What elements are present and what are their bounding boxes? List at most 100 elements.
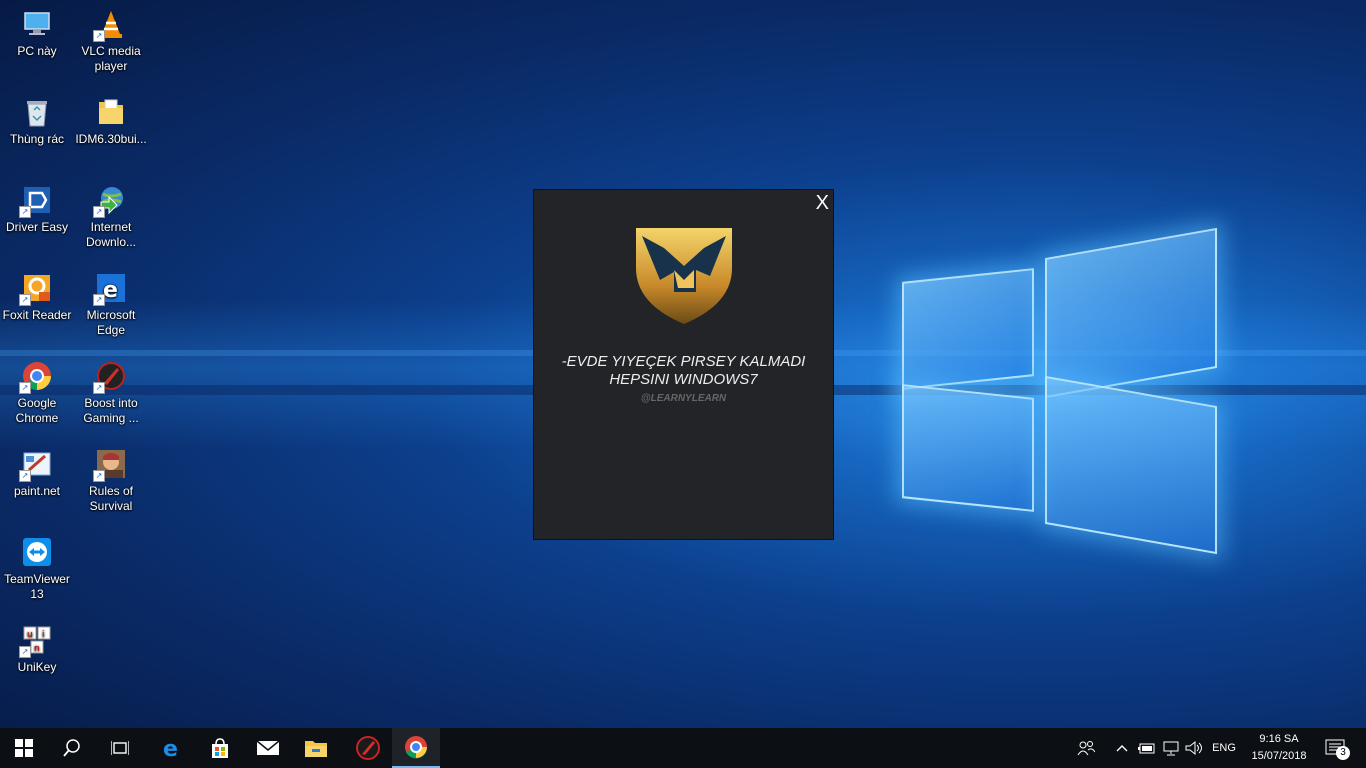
teamviewer-icon — [21, 536, 53, 568]
logo-pane — [902, 268, 1034, 390]
clock-date: 15/07/2018 — [1251, 750, 1307, 762]
svg-text:e: e — [163, 737, 178, 759]
shield-logo-icon — [636, 228, 732, 324]
speaker-icon — [1185, 740, 1202, 756]
icon-label: Foxit Reader — [2, 308, 72, 322]
taskbar-edge[interactable]: e — [148, 728, 196, 768]
boost-rocket-icon — [356, 736, 380, 760]
taskbar-mail[interactable] — [244, 728, 292, 768]
chrome-icon — [405, 736, 427, 759]
icon-label: Google Chrome — [15, 396, 59, 425]
search-button[interactable] — [48, 728, 96, 768]
language-indicator[interactable]: ENG — [1206, 728, 1242, 768]
taskbar: e ENG 9:16 SA 15/07/2018 3 — [0, 728, 1366, 768]
message-line: HEPSINI WINDOWS7 — [609, 371, 758, 388]
desktop-icon-driver-easy[interactable]: ↗ Driver Easy — [0, 180, 74, 235]
edge-icon: e ↗ — [93, 272, 127, 306]
start-button[interactable] — [0, 728, 48, 768]
icon-label: PC này — [17, 44, 57, 58]
battery-button[interactable] — [1136, 728, 1158, 768]
recycle-bin-icon — [21, 96, 53, 128]
store-icon — [212, 738, 228, 758]
desktop-icon-idm-folder[interactable]: IDM6.30bui... — [74, 92, 148, 147]
popup-dialog: X -EVDE YIYEÇEK PIRSEY KALMADI HEPSINI W… — [533, 189, 834, 540]
taskbar-boost-gaming[interactable] — [344, 728, 392, 768]
windows-logo — [900, 227, 1220, 555]
unikey-icon: uin ↗ — [19, 624, 53, 658]
logo-pane — [902, 384, 1034, 512]
desktop-icon-internet-download-manager[interactable]: ↗ Internet Downlo... — [74, 180, 148, 250]
icon-label: VLC media player — [81, 44, 141, 73]
network-icon — [1163, 741, 1179, 756]
shortcut-arrow-icon: ↗ — [93, 206, 105, 218]
message-line: -EVDE YIYEÇEK PIRSEY KALMADI — [561, 353, 806, 370]
shortcut-arrow-icon: ↗ — [19, 382, 31, 394]
desktop-icon-rules-of-survival[interactable]: ↗ Rules of Survival — [74, 444, 148, 514]
shortcut-arrow-icon: ↗ — [19, 294, 31, 306]
people-icon — [1077, 741, 1095, 756]
logo-pane — [1045, 375, 1217, 555]
icon-label: TeamViewer 13 — [4, 572, 70, 601]
shortcut-arrow-icon: ↗ — [93, 382, 105, 394]
clock-time: 9:16 SA — [1259, 733, 1299, 745]
shortcut-arrow-icon: ↗ — [19, 470, 31, 482]
network-button[interactable] — [1160, 728, 1182, 768]
icon-label: Microsoft Edge — [86, 308, 136, 337]
dialog-message: -EVDE YIYEÇEK PIRSEY KALMADI HEPSINI WIN… — [534, 353, 833, 389]
mail-icon — [256, 740, 280, 755]
desktop-icon-google-chrome[interactable]: ↗ Google Chrome — [0, 356, 74, 426]
taskbar-file-explorer[interactable] — [292, 728, 340, 768]
boost-rocket-icon: ↗ — [93, 360, 127, 394]
paint-net-icon: ↗ — [19, 448, 53, 482]
show-hidden-icons-button[interactable] — [1112, 728, 1132, 768]
close-button[interactable]: X — [816, 192, 829, 215]
desktop-icon-teamviewer[interactable]: TeamViewer 13 — [0, 532, 74, 602]
icon-label: IDM6.30bui... — [75, 132, 147, 146]
battery-icon — [1138, 743, 1155, 754]
folder-icon — [305, 741, 327, 757]
notification-count-badge: 3 — [1336, 746, 1350, 760]
desktop-icon-boost-gaming[interactable]: ↗ Boost into Gaming ... — [74, 356, 148, 426]
search-icon — [63, 739, 80, 757]
clock[interactable]: 9:16 SA 15/07/2018 — [1244, 731, 1314, 765]
desktop-icon-paint-net[interactable]: ↗ paint.net — [0, 444, 74, 499]
shortcut-arrow-icon: ↗ — [19, 646, 31, 658]
desktop-icon-foxit-reader[interactable]: ↗ Foxit Reader — [0, 268, 74, 323]
windows-start-icon — [15, 739, 33, 757]
edge-icon: e — [163, 737, 178, 759]
icon-label: Rules of Survival — [88, 484, 134, 513]
shortcut-arrow-icon: ↗ — [93, 470, 105, 482]
desktop-icon-vlc[interactable]: ↗ VLC media player — [74, 4, 148, 74]
people-button[interactable] — [1074, 728, 1098, 768]
svg-text:i: i — [42, 630, 45, 640]
icon-label: Internet Downlo... — [85, 220, 137, 249]
driver-easy-icon: ↗ — [19, 184, 53, 218]
author-handle: @LEARNYLEARN — [640, 393, 727, 404]
icon-label: Thùng rác — [9, 132, 65, 146]
action-center-button[interactable]: 3 — [1316, 728, 1356, 768]
taskbar-store[interactable] — [196, 728, 244, 768]
desktop-icon-microsoft-edge[interactable]: e ↗ Microsoft Edge — [74, 268, 148, 338]
desktop-icon-recycle-bin[interactable]: Thùng rác — [0, 92, 74, 147]
rules-of-survival-icon: ↗ — [93, 448, 127, 482]
icon-label: Boost into Gaming ... — [83, 396, 139, 425]
desktop-icon-this-pc[interactable]: PC này — [0, 4, 74, 59]
volume-button[interactable] — [1183, 728, 1205, 768]
shortcut-arrow-icon: ↗ — [93, 294, 105, 306]
computer-icon — [21, 8, 53, 40]
svg-text:u: u — [27, 630, 33, 640]
chrome-icon: ↗ — [19, 360, 53, 394]
logo-pane — [1045, 227, 1217, 399]
icon-label: UniKey — [17, 660, 57, 674]
svg-text:n: n — [34, 644, 40, 654]
svg-text:e: e — [103, 278, 118, 303]
desktop-background: PC này Thùng rác ↗ Driver Easy ↗ Foxit R… — [0, 0, 1366, 728]
desktop-icon-unikey[interactable]: uin ↗ UniKey — [0, 620, 74, 675]
idm-globe-icon: ↗ — [93, 184, 127, 218]
task-view-button[interactable] — [96, 728, 144, 768]
icon-label: Driver Easy — [5, 220, 68, 234]
task-view-icon — [111, 741, 129, 755]
vlc-cone-icon: ↗ — [93, 8, 127, 42]
chevron-up-icon — [1116, 745, 1128, 752]
taskbar-chrome[interactable] — [392, 728, 440, 768]
